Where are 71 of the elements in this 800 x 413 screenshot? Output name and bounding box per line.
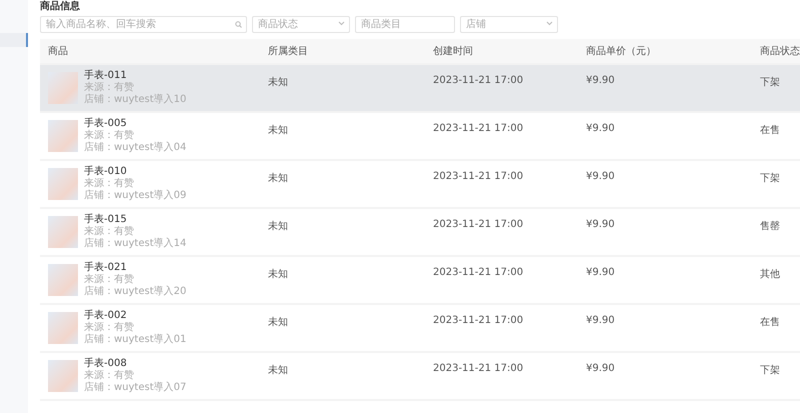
page-title: 商品信息	[40, 0, 80, 13]
photo-placeholder	[48, 168, 78, 200]
product-source: 来源：有赞	[84, 130, 135, 142]
table-cell: 2023-11-21 17:00	[433, 363, 524, 374]
select-field[interactable]: 店铺	[460, 16, 558, 33]
table-row[interactable]: 手表-011 来源：有赞 店铺：wuytest導入10 未知 2023-11-21 17:00 ¥9.90 下架	[40, 65, 800, 113]
table-cell: 2023-11-21 17:00	[433, 219, 524, 230]
product-shop: 店铺：wuytest導入01	[84, 334, 186, 346]
input-field[interactable]: 商品类目	[355, 16, 455, 33]
product-source: 来源：有赞	[84, 178, 135, 190]
photo-placeholder	[48, 312, 78, 344]
photo-placeholder	[48, 216, 78, 248]
table-cell-text: 未知	[268, 316, 288, 329]
product-name: 手表-008	[84, 358, 128, 370]
product-name: 手表-015	[84, 214, 128, 226]
product-source: 来源：有赞	[84, 322, 135, 334]
column-header: 商品	[48, 44, 68, 58]
column-header: 所属类目	[268, 44, 308, 58]
product-name: 手表-002	[84, 310, 128, 322]
table-cell-text: 在售	[760, 316, 780, 329]
search-field[interactable]: 输入商品名称、回车搜索	[40, 16, 247, 33]
table-cell-text: 下架	[760, 76, 780, 89]
photo-placeholder	[48, 360, 78, 392]
table-cell-text: 未知	[268, 76, 288, 89]
table-cell-text: 售罄	[760, 220, 780, 233]
product-shop: 店铺：wuytest導入20	[84, 286, 186, 298]
column-header: 商品单价（元）	[586, 44, 656, 58]
photo-placeholder	[48, 120, 78, 152]
chevron-icon	[338, 21, 345, 26]
table-cell: ¥9.90	[586, 219, 615, 230]
product-name: 手表-010	[84, 166, 128, 178]
table-cell-text: 下架	[760, 172, 780, 185]
product-name: 手表-011	[84, 70, 128, 82]
product-source: 来源：有赞	[84, 370, 135, 382]
table-cell: ¥9.90	[586, 123, 615, 134]
sidebar-item[interactable]	[0, 33, 28, 47]
table-cell: ¥9.90	[586, 315, 615, 326]
table-cell-text: 其他	[760, 268, 780, 281]
table-cell: ¥9.90	[586, 363, 615, 374]
product-source: 来源：有赞	[84, 226, 135, 238]
table-cell: ¥9.90	[586, 267, 615, 278]
chevron-icon	[546, 21, 553, 26]
product-shop: 店铺：wuytest導入10	[84, 94, 186, 106]
table-cell-text: 未知	[268, 268, 288, 281]
search-icon	[235, 21, 242, 28]
product-source: 来源：有赞	[84, 82, 135, 94]
product-name: 手表-005	[84, 118, 128, 130]
table-cell: 2023-11-21 17:00	[433, 315, 524, 326]
table-cell: 2023-11-21 17:00	[433, 267, 524, 278]
table-cell: 2023-11-21 17:00	[433, 171, 524, 182]
table-cell-text: 未知	[268, 172, 288, 185]
product-shop: 店铺：wuytest導入09	[84, 190, 186, 202]
table-cell: ¥9.90	[586, 75, 615, 86]
photo-placeholder	[48, 72, 78, 104]
table-cell-text: 在售	[760, 124, 780, 137]
table-cell-text: 未知	[268, 124, 288, 137]
table-cell: 2023-11-21 17:00	[433, 75, 524, 86]
product-shop: 店铺：wuytest導入14	[84, 238, 186, 250]
table-cell-text: 下架	[760, 364, 780, 377]
product-shop: 店铺：wuytest導入07	[84, 382, 186, 394]
select-field[interactable]: 商品状态	[252, 16, 350, 33]
table-cell: ¥9.90	[586, 171, 615, 182]
table-cell-text: 未知	[268, 220, 288, 233]
product-name: 手表-021	[84, 262, 128, 274]
column-header: 创建时间	[433, 44, 473, 58]
product-shop: 店铺：wuytest導入04	[84, 142, 186, 154]
product-source: 来源：有赞	[84, 274, 135, 286]
photo-placeholder	[48, 264, 78, 296]
table-cell-text: 未知	[268, 364, 288, 377]
table-cell: 2023-11-21 17:00	[433, 123, 524, 134]
column-header: 商品状态	[760, 44, 800, 58]
